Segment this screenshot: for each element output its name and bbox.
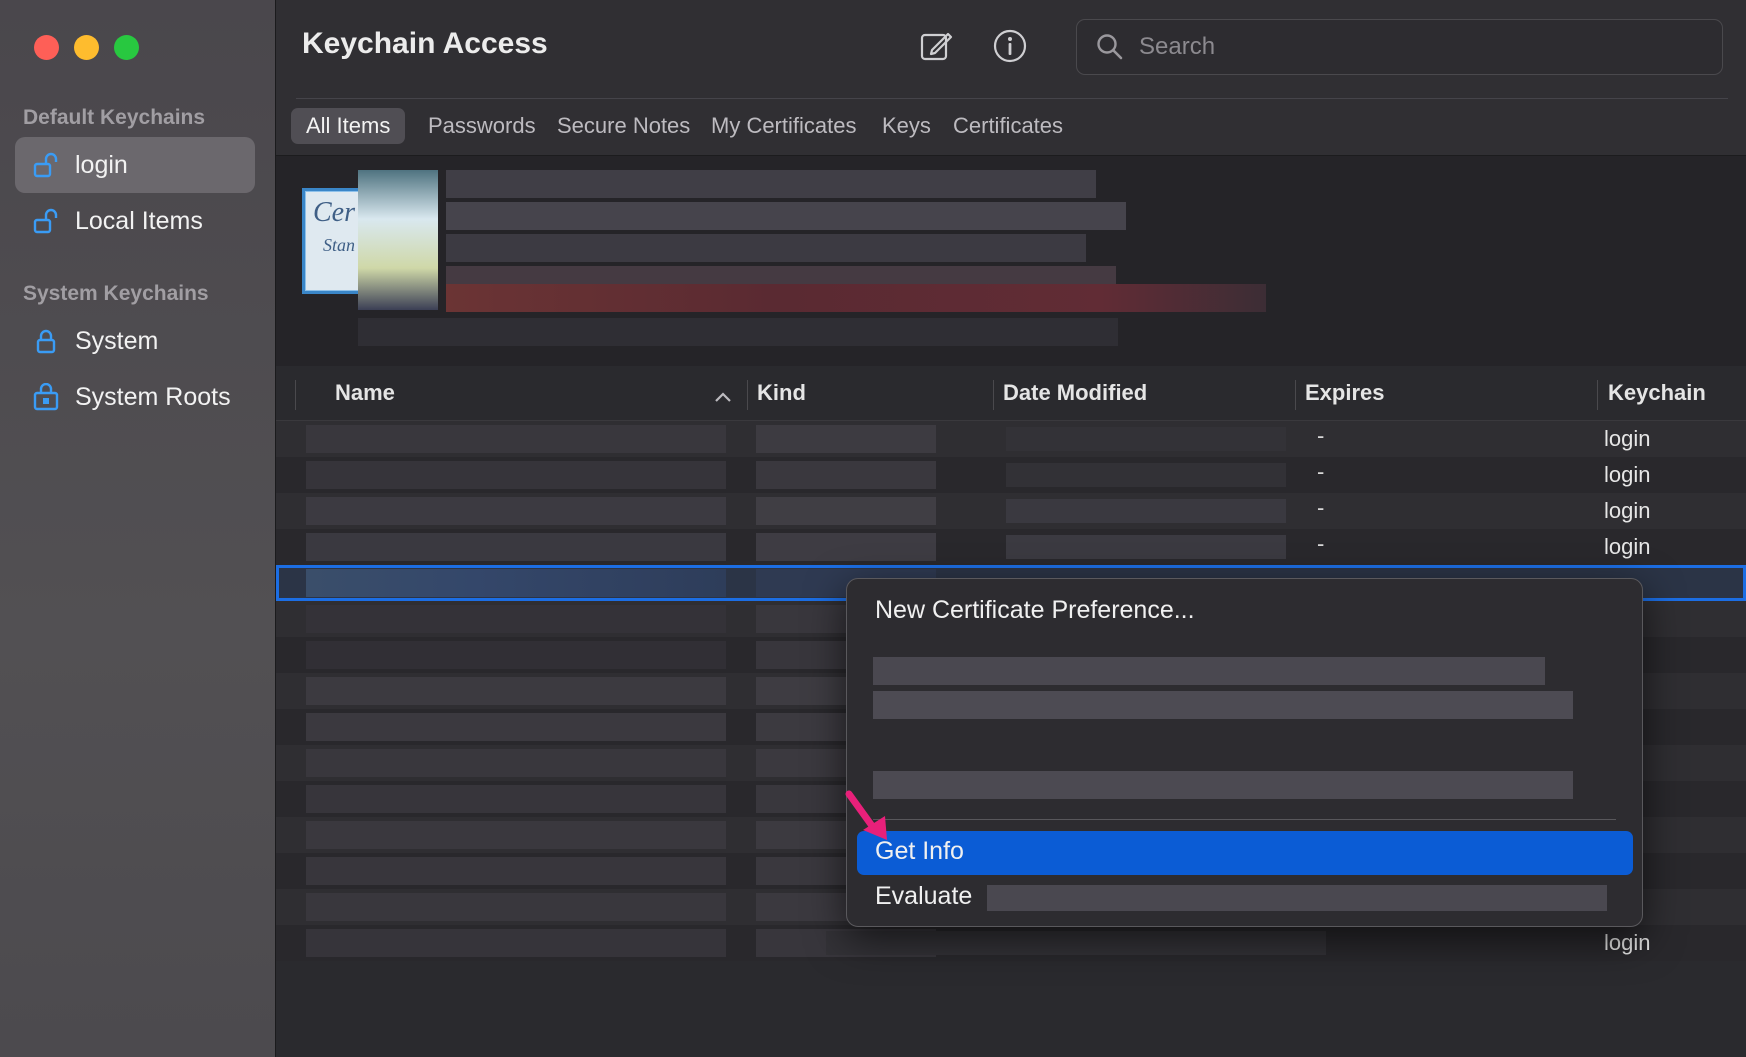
- annotation-arrow-icon: [845, 790, 887, 840]
- redacted-menu-item[interactable]: [873, 657, 1545, 685]
- expires-cell: -: [1317, 459, 1325, 484]
- window-controls: [34, 35, 139, 60]
- table-row[interactable]: - login: [276, 457, 1746, 493]
- redacted-block: [1006, 463, 1286, 487]
- column-kind[interactable]: Kind: [757, 380, 806, 406]
- window-title: Keychain Access: [302, 27, 548, 60]
- sidebar-item-system-roots[interactable]: System Roots: [15, 369, 255, 425]
- search-icon: [1095, 32, 1125, 62]
- expires-cell: -: [1317, 495, 1325, 520]
- column-date-modified[interactable]: Date Modified: [1003, 380, 1147, 406]
- redacted-block: [306, 785, 726, 813]
- locked-padlock-icon: [31, 326, 61, 356]
- redacted-block: [306, 605, 726, 633]
- redacted-block: [756, 461, 936, 489]
- redacted-block: [756, 497, 936, 525]
- redacted-block: [1006, 499, 1286, 523]
- sidebar-item-login[interactable]: login: [15, 137, 255, 193]
- redacted-block: [306, 569, 726, 597]
- redacted-block: [1006, 427, 1286, 451]
- redacted-block: [446, 202, 1126, 230]
- zoom-button[interactable]: [114, 35, 139, 60]
- column-name[interactable]: Name: [335, 380, 395, 406]
- redacted-block: [446, 284, 1266, 312]
- minimize-button[interactable]: [74, 35, 99, 60]
- tab-keys[interactable]: Keys: [867, 108, 946, 144]
- redacted-block: [446, 170, 1096, 198]
- search-input[interactable]: [1137, 32, 1701, 62]
- redacted-block: [826, 931, 1326, 955]
- sidebar-item-local-items[interactable]: Local Items: [15, 193, 255, 249]
- redacted-block: [306, 929, 726, 957]
- tab-my-certificates[interactable]: My Certificates: [696, 108, 871, 144]
- sidebar-item-system[interactable]: System: [15, 313, 255, 369]
- item-preview: Cer Stan: [276, 156, 1746, 366]
- unlocked-padlock-icon: [31, 206, 61, 236]
- sidebar-item-label: login: [75, 150, 128, 179]
- search-field[interactable]: [1076, 19, 1723, 75]
- redacted-block: [306, 821, 726, 849]
- keychain-cell: login: [1604, 534, 1651, 559]
- redacted-menu-item[interactable]: [873, 771, 1573, 799]
- unlocked-padlock-icon: [31, 150, 61, 180]
- redacted-block: [306, 857, 726, 885]
- table-row[interactable]: - login: [276, 493, 1746, 529]
- redacted-block: [358, 170, 438, 310]
- redacted-block: [1006, 535, 1286, 559]
- tab-secure-notes[interactable]: Secure Notes: [542, 108, 705, 144]
- keychain-cell: login: [1604, 462, 1651, 487]
- redacted-block: [756, 425, 936, 453]
- redacted-block: [306, 893, 726, 921]
- info-icon[interactable]: [990, 26, 1030, 66]
- sort-ascending-icon[interactable]: [714, 384, 732, 410]
- category-tabs: All Items Passwords Secure Notes My Cert…: [276, 98, 1746, 156]
- redacted-block: [987, 885, 1607, 911]
- table-row[interactable]: - login: [276, 529, 1746, 565]
- sidebar-item-label: System: [75, 326, 159, 355]
- table-row[interactable]: login: [276, 925, 1746, 961]
- column-keychain[interactable]: Keychain: [1608, 380, 1706, 406]
- table-row[interactable]: - login: [276, 421, 1746, 457]
- keychain-cell: login: [1604, 498, 1651, 523]
- expires-cell: -: [1317, 423, 1325, 448]
- redacted-block: [306, 497, 726, 525]
- redacted-block: [306, 713, 726, 741]
- tab-passwords[interactable]: Passwords: [413, 108, 551, 144]
- expires-cell: -: [1317, 531, 1325, 556]
- menu-item-evaluate[interactable]: Evaluate: [875, 882, 972, 911]
- sidebar: Default Keychains login Local Items Syst…: [0, 0, 276, 1057]
- tab-all-items[interactable]: All Items: [291, 108, 406, 144]
- redacted-block: [306, 641, 726, 669]
- menu-item-new-certificate-preference[interactable]: New Certificate Preference...: [875, 596, 1195, 625]
- redacted-block: [306, 425, 726, 453]
- compose-icon[interactable]: [916, 26, 956, 66]
- default-keychains-heading: Default Keychains: [23, 106, 206, 129]
- close-button[interactable]: [34, 35, 59, 60]
- tab-certificates[interactable]: Certificates: [938, 108, 1078, 144]
- redacted-block: [306, 533, 726, 561]
- redacted-block: [446, 234, 1086, 262]
- system-keychains-heading: System Keychains: [23, 282, 209, 305]
- redacted-menu-item[interactable]: [873, 691, 1573, 719]
- context-menu: New Certificate Preference... Get Info E…: [846, 578, 1643, 927]
- sidebar-item-label: System Roots: [75, 382, 231, 411]
- keychain-cell: login: [1604, 930, 1651, 955]
- redacted-block: [306, 461, 726, 489]
- menu-separator: [873, 819, 1616, 820]
- sidebar-item-label: Local Items: [75, 206, 203, 235]
- redacted-block: [306, 677, 726, 705]
- keychain-cell: login: [1604, 426, 1651, 451]
- column-expires[interactable]: Expires: [1305, 380, 1385, 406]
- redacted-block: [756, 533, 936, 561]
- menu-item-highlight: [857, 831, 1633, 875]
- redacted-block: [358, 318, 1118, 346]
- titlebar: Keychain Access: [276, 0, 1746, 98]
- table-header: Name Kind Date Modified Expires Keychain: [276, 366, 1746, 421]
- locked-cabinet-icon: [31, 382, 61, 412]
- redacted-block: [306, 749, 726, 777]
